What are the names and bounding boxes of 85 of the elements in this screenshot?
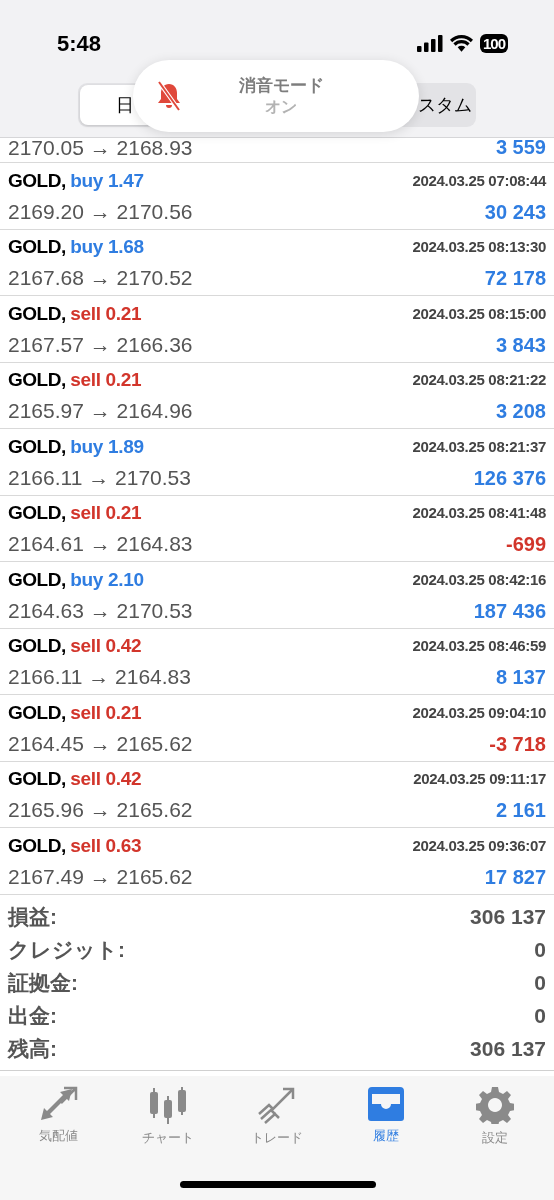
tab-bar-item[interactable]: 履歴 [336, 1086, 437, 1148]
summary-label: クレジット: [8, 937, 125, 964]
bell-muted-icon [155, 81, 183, 111]
profit-value: 3 208 [495, 399, 546, 424]
price-range: 2167.68 → 2170.52 [8, 265, 193, 292]
order-type: sell 0.63 [70, 834, 142, 856]
summary-label: 残高: [8, 1036, 57, 1063]
trade-time: 2024.03.25 09:36:07 [412, 835, 546, 856]
profit-value: 126 376 [473, 465, 546, 491]
summary-label: 損益: [8, 904, 57, 931]
price-range: 2170.05 → 2168.93 [8, 138, 193, 161]
price-range: 2164.63 → 2170.53 [8, 597, 193, 624]
profit-value: -3 718 [489, 731, 546, 757]
settings-icon [476, 1086, 515, 1124]
trade-time: 2024.03.25 08:46:59 [412, 636, 546, 657]
price-range: 2165.96 → 2165.62 [8, 797, 193, 824]
price-range: 2167.49 → 2165.62 [8, 863, 193, 890]
arrows-icon [38, 1086, 79, 1122]
trade-time: 2024.03.25 08:15:00 [412, 303, 546, 324]
summary-label: 出金: [8, 1003, 57, 1030]
tab-bar-item[interactable]: 気配値 [8, 1086, 109, 1148]
order-type: sell 0.42 [70, 635, 142, 657]
trade-time: 2024.03.25 08:41:48 [412, 503, 546, 524]
symbol-label: GOLD, [8, 834, 66, 856]
order-type: sell 0.21 [70, 701, 142, 723]
order-type: buy 1.89 [70, 435, 144, 457]
summary-value: 0 [534, 1003, 546, 1030]
symbol-label: GOLD, [8, 369, 66, 391]
summary-value: 306 137 [470, 904, 546, 931]
trade-time: 2024.03.25 09:11:17 [413, 769, 546, 790]
symbol-label: GOLD, [8, 435, 66, 457]
order-type: sell 0.21 [70, 302, 142, 324]
symbol-label: GOLD, [8, 701, 66, 723]
toast-title: 消音モード [237, 76, 325, 97]
order-type: buy 1.47 [70, 169, 144, 191]
summary-label: 証拠金: [8, 970, 78, 997]
summary-value: 306 137 [470, 1036, 546, 1063]
profit-value: 72 178 [484, 266, 546, 291]
price-range: 2169.20 → 2170.56 [8, 198, 193, 225]
signal-icon [416, 34, 443, 52]
symbol-label: GOLD, [8, 568, 66, 590]
profit-value: -699 [505, 532, 546, 557]
trend-arrow-icon [256, 1086, 297, 1124]
symbol-label: GOLD, [8, 768, 66, 790]
profit-value: 8 137 [495, 665, 546, 690]
profit-value: 187 436 [473, 598, 546, 624]
inbox-tray-icon [366, 1086, 407, 1122]
price-range: 2164.45 → 2165.62 [8, 730, 193, 757]
symbol-label: GOLD, [8, 169, 66, 191]
price-range: 2164.61 → 2164.83 [8, 531, 193, 558]
symbol-label: GOLD, [8, 635, 66, 657]
segment-tab[interactable]: スタム [418, 85, 474, 125]
trade-time: 2024.03.25 08:13:30 [412, 237, 546, 258]
trade-time: 2024.03.25 08:21:22 [412, 370, 546, 391]
profit-value: 17 827 [484, 864, 546, 890]
candlestick-icon [147, 1086, 188, 1124]
order-type: buy 2.10 [70, 568, 144, 590]
trade-time: 2024.03.25 08:21:37 [412, 436, 546, 457]
trade-time: 2024.03.25 07:08:44 [412, 170, 546, 191]
symbol-label: GOLD, [8, 236, 66, 258]
summary-value: 0 [534, 937, 546, 964]
status-time: 5:48 [57, 29, 102, 58]
price-range: 2167.57 → 2166.36 [8, 331, 193, 358]
order-type: sell 0.21 [70, 502, 142, 524]
profit-value: 3 559 [495, 138, 546, 160]
order-type: sell 0.42 [70, 768, 142, 790]
profit-value: 2 161 [495, 798, 546, 823]
symbol-label: GOLD, [8, 302, 66, 324]
profit-value: 3 843 [495, 332, 546, 358]
battery-level: 100 [479, 33, 508, 53]
trade-time: 2024.03.25 09:04:10 [412, 702, 546, 723]
summary-value: 0 [534, 970, 546, 997]
tab-bar-item[interactable]: チャート [117, 1086, 218, 1148]
price-range: 2165.97 → 2164.96 [8, 398, 193, 425]
order-type: buy 1.68 [70, 236, 144, 258]
price-range: 2166.11 → 2170.53 [8, 464, 191, 491]
wifi-icon [449, 34, 473, 52]
trade-time: 2024.03.25 08:42:16 [412, 569, 546, 590]
tab-bar-item[interactable]: トレード [226, 1086, 327, 1148]
symbol-label: GOLD, [8, 502, 66, 524]
tab-bar-item[interactable]: 設定 [445, 1086, 546, 1148]
toast-status: オン [264, 96, 298, 116]
order-type: sell 0.21 [70, 369, 142, 391]
price-range: 2166.11 → 2164.83 [8, 664, 191, 691]
profit-value: 30 243 [484, 199, 546, 225]
